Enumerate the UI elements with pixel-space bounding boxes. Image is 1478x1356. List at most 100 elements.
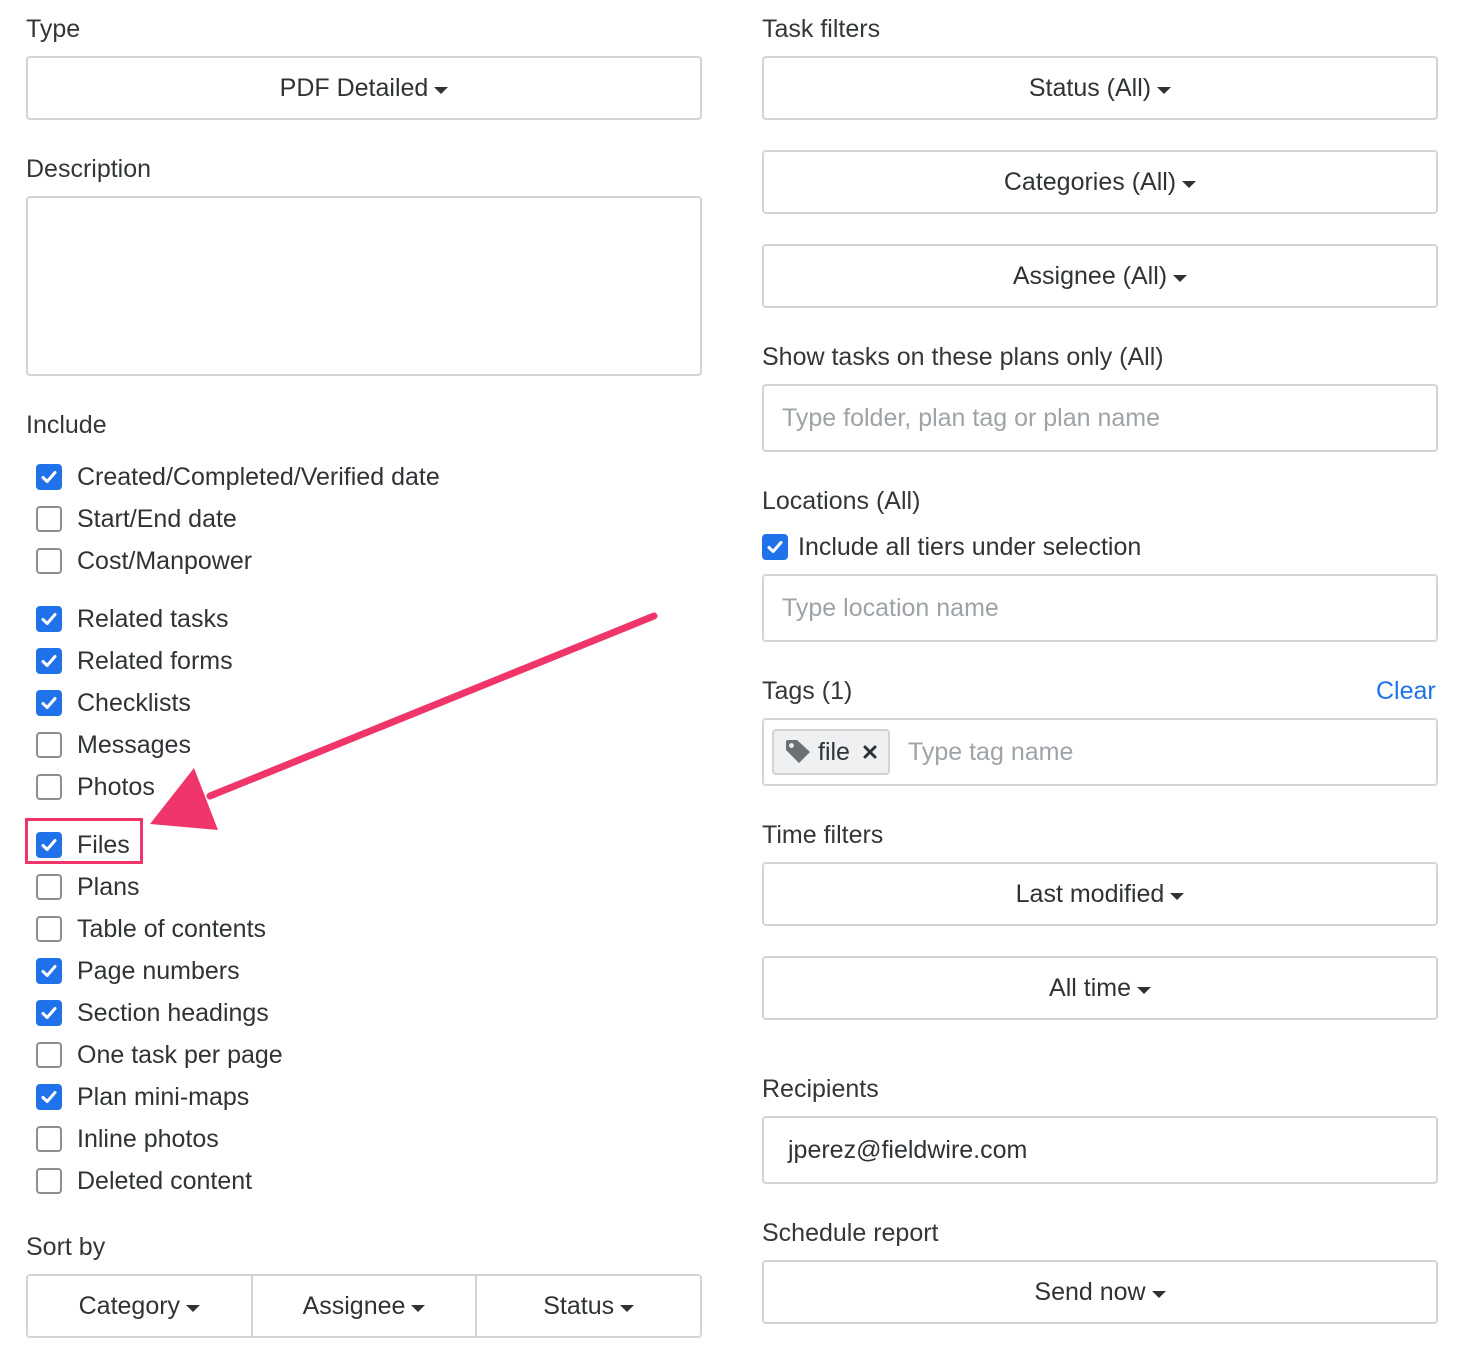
caret-down-icon (1173, 274, 1188, 282)
recipients-input[interactable]: jperez@fieldwire.com (762, 1116, 1438, 1184)
include-option-checkbox[interactable] (36, 774, 62, 800)
checkmark-icon (41, 1007, 57, 1019)
type-label: Type (26, 15, 81, 43)
include-option-row[interactable]: Cost/Manpower (36, 544, 252, 578)
schedule-report-dropdown[interactable]: Send now (762, 1260, 1438, 1324)
include-option-row[interactable]: Plan mini-maps (36, 1080, 249, 1114)
include-option-checkbox[interactable] (36, 648, 62, 674)
assignee-filter-label: Assignee (All) (1012, 261, 1168, 290)
checkmark-icon (41, 655, 57, 667)
checkmark-icon (767, 541, 783, 553)
close-icon[interactable] (862, 744, 878, 760)
sort-category-button[interactable]: Category (26, 1274, 252, 1338)
schedule-report-value: Send now (1034, 1277, 1146, 1306)
type-dropdown[interactable]: PDF Detailed (26, 56, 702, 120)
include-option-checkbox[interactable] (36, 1084, 62, 1110)
sort-category-label: Category (78, 1291, 181, 1320)
time-filters-label: Time filters (762, 821, 884, 849)
include-option-label: Cost/Manpower (77, 546, 253, 575)
include-option-row[interactable]: Page numbers (36, 954, 240, 988)
include-tiers-checkbox[interactable] (762, 534, 788, 560)
caret-down-icon (1151, 1290, 1166, 1298)
locations-label: Locations (All) (762, 487, 921, 515)
include-option-row[interactable]: Deleted content (36, 1164, 252, 1198)
categories-filter-dropdown[interactable]: Categories (All) (762, 150, 1438, 214)
time-range-label: All time (1049, 973, 1131, 1002)
time-field-label: Last modified (1015, 879, 1165, 908)
tag-chip: file (772, 729, 890, 775)
checkmark-icon (41, 613, 57, 625)
sort-status-button[interactable]: Status (476, 1274, 703, 1338)
caret-down-icon (620, 1304, 635, 1312)
type-dropdown-label: PDF Detailed (279, 73, 429, 102)
tags-input[interactable]: file Type tag name (762, 718, 1438, 786)
include-option-row[interactable]: One task per page (36, 1038, 283, 1072)
checkmark-icon (41, 471, 57, 483)
include-option-label: Plans (77, 872, 140, 901)
location-input[interactable]: Type location name (762, 574, 1438, 642)
include-option-label: Table of contents (77, 914, 267, 943)
tags-label: Tags (1) (762, 677, 853, 705)
caret-down-icon (186, 1304, 201, 1312)
tag-placeholder: Type tag name (907, 737, 1074, 766)
categories-filter-label: Categories (All) (1003, 167, 1177, 196)
tags-clear-link[interactable]: Clear (1376, 676, 1436, 706)
include-option-checkbox[interactable] (36, 690, 62, 716)
include-option-row[interactable]: Table of contents (36, 912, 266, 946)
include-option-label: Section headings (77, 998, 269, 1027)
description-label: Description (26, 155, 152, 183)
caret-down-icon (411, 1304, 426, 1312)
include-option-row[interactable]: Inline photos (36, 1122, 219, 1156)
checkmark-icon (41, 965, 57, 977)
include-option-checkbox[interactable] (36, 1168, 62, 1194)
sort-assignee-label: Assignee (302, 1291, 406, 1320)
include-option-checkbox[interactable] (36, 916, 62, 942)
sort-by-label: Sort by (26, 1233, 106, 1261)
include-tiers-checkbox-row[interactable]: Include all tiers under selection (762, 530, 1141, 564)
status-filter-dropdown[interactable]: Status (All) (762, 56, 1438, 120)
include-option-label: Created/Completed/Verified date (77, 462, 440, 491)
include-label: Include (26, 411, 107, 439)
include-option-row[interactable]: Plans (36, 870, 140, 904)
sort-assignee-button[interactable]: Assignee (251, 1274, 477, 1338)
plans-filter-input[interactable]: Type folder, plan tag or plan name (762, 384, 1438, 452)
caret-down-icon (1136, 986, 1151, 994)
include-option-checkbox[interactable] (36, 874, 62, 900)
include-option-checkbox[interactable] (36, 606, 62, 632)
caret-down-icon (1157, 86, 1172, 94)
include-option-row[interactable]: Section headings (36, 996, 269, 1030)
include-option-label: Plan mini-maps (77, 1082, 250, 1111)
sort-button-group: Category Assignee Status (26, 1274, 703, 1338)
include-tiers-label: Include all tiers under selection (798, 532, 1142, 561)
include-option-checkbox[interactable] (36, 1042, 62, 1068)
include-option-label: Page numbers (77, 956, 240, 985)
files-highlight-box (25, 818, 143, 864)
include-option-checkbox[interactable] (36, 506, 62, 532)
include-option-checkbox[interactable] (36, 548, 62, 574)
tag-icon (786, 740, 810, 763)
include-option-row[interactable]: Start/End date (36, 502, 237, 536)
include-option-label: Deleted content (77, 1166, 253, 1195)
include-option-checkbox[interactable] (36, 1000, 62, 1026)
checkmark-icon (41, 1091, 57, 1103)
include-option-label: Inline photos (77, 1124, 219, 1153)
status-filter-label: Status (All) (1028, 73, 1152, 102)
caret-down-icon (1182, 180, 1197, 188)
task-filters-label: Task filters (762, 15, 881, 43)
include-option-row[interactable]: Created/Completed/Verified date (36, 460, 440, 494)
caret-down-icon (1170, 892, 1185, 900)
time-range-dropdown[interactable]: All time (762, 956, 1438, 1020)
location-placeholder: Type location name (782, 593, 999, 622)
assignee-filter-dropdown[interactable]: Assignee (All) (762, 244, 1438, 308)
description-textarea[interactable] (26, 196, 702, 376)
include-option-checkbox[interactable] (36, 464, 62, 490)
sort-status-label: Status (543, 1291, 615, 1320)
plans-filter-placeholder: Type folder, plan tag or plan name (782, 403, 1161, 432)
time-field-dropdown[interactable]: Last modified (762, 862, 1438, 926)
include-option-checkbox[interactable] (36, 732, 62, 758)
include-option-checkbox[interactable] (36, 1126, 62, 1152)
include-option-checkbox[interactable] (36, 958, 62, 984)
include-option-label: One task per page (77, 1040, 283, 1069)
annotation-arrow-icon (150, 612, 658, 830)
include-option-row[interactable]: Photos (36, 770, 155, 804)
